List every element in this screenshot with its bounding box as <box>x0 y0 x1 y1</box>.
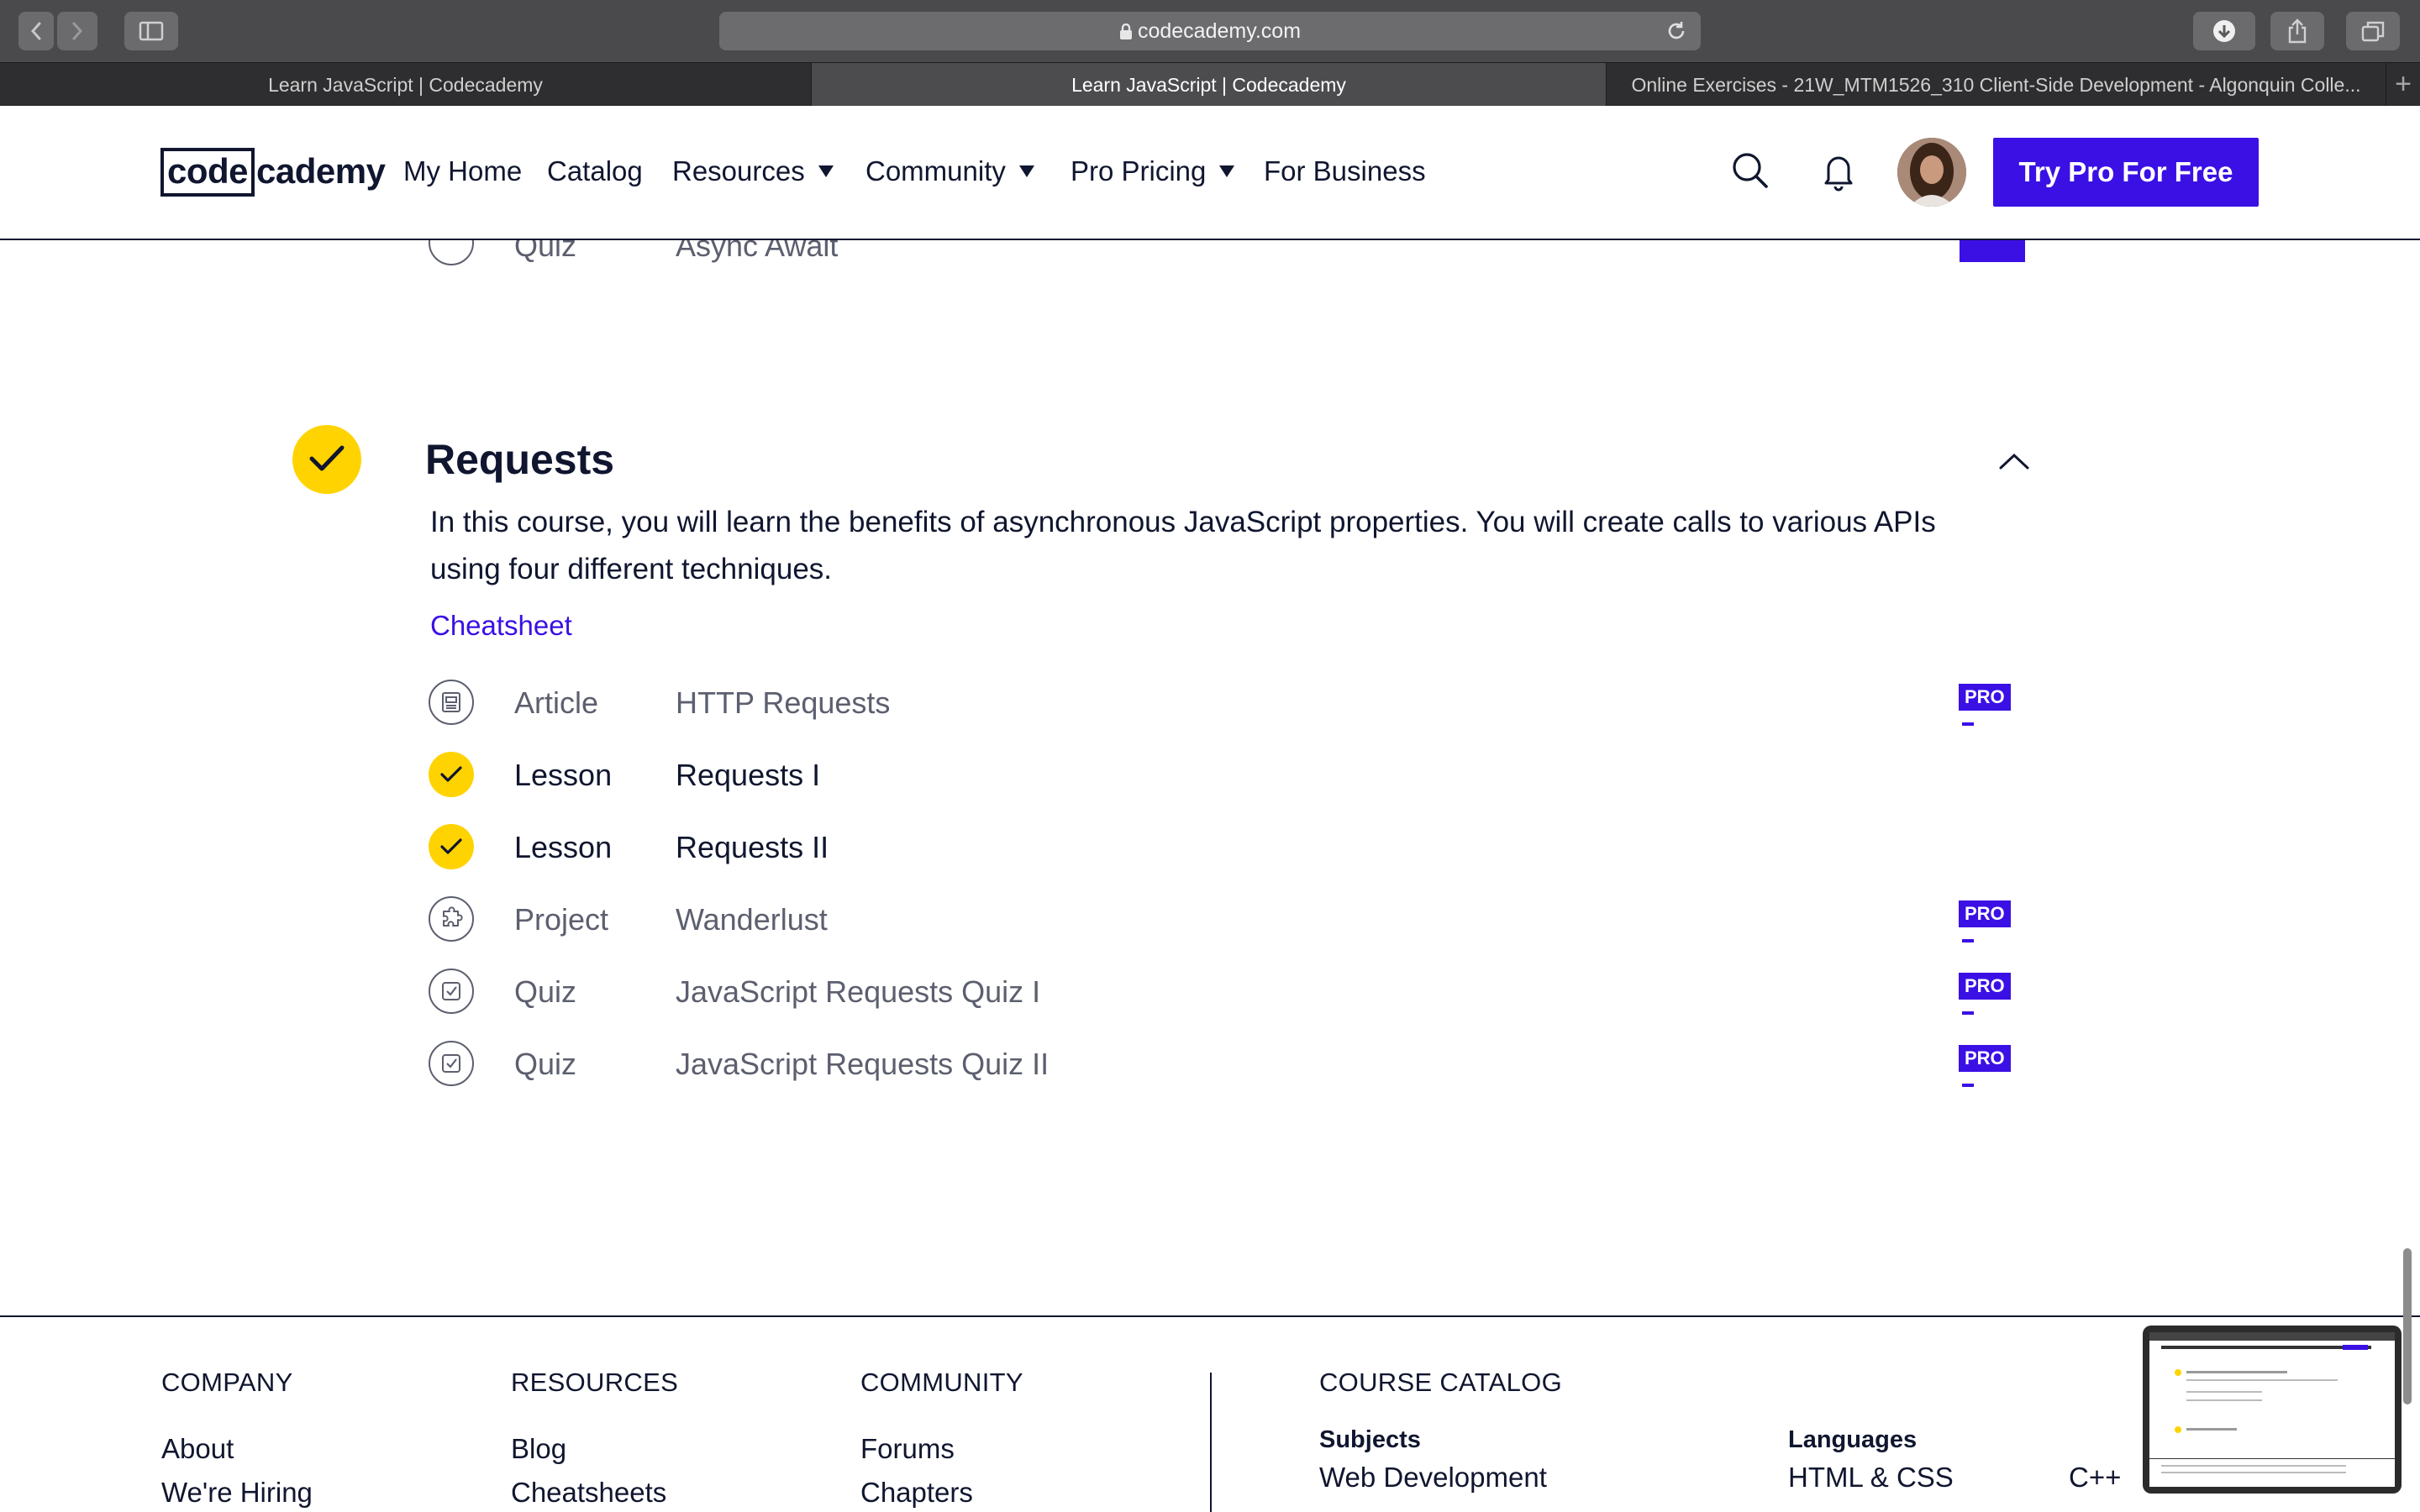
chevron-right-icon <box>72 22 83 40</box>
tab-online-exercises[interactable]: Online Exercises - 21W_MTM1526_310 Clien… <box>1607 63 2386 107</box>
nav-my-home[interactable]: My Home <box>403 153 522 190</box>
list-item-wanderlust[interactable]: Project Wanderlust PRO <box>429 894 2025 944</box>
tab-bar: Learn JavaScript | Codecademy Learn Java… <box>0 62 2420 107</box>
item-name: JavaScript Requests Quiz I <box>676 974 1041 1009</box>
address-bar[interactable]: codecademy.com <box>719 12 1701 50</box>
nav-catalog[interactable]: Catalog <box>547 153 643 190</box>
downloads-button[interactable] <box>2193 12 2255 50</box>
item-type: Lesson <box>514 758 613 792</box>
footer-subjects-heading: Subjects <box>1319 1426 1421 1453</box>
site-footer: COMPANY About We're Hiring RESOURCES Blo… <box>0 1315 2420 1512</box>
list-item-http-requests[interactable]: Article HTTP Requests PRO <box>429 677 2025 727</box>
footer-resources-heading: RESOURCES <box>511 1368 679 1397</box>
footer-link-about[interactable]: About <box>161 1433 234 1465</box>
item-type: Project <box>514 902 609 937</box>
site-header: code cademy My Home Catalog Resources Com… <box>0 106 2420 240</box>
item-name: Requests I <box>676 758 821 792</box>
back-button[interactable] <box>18 12 54 50</box>
item-name: Wanderlust <box>676 902 828 937</box>
pro-badge: PRO <box>1959 684 2025 726</box>
footer-link-cheatsheets[interactable]: Cheatsheets <box>511 1477 666 1509</box>
quiz-icon <box>429 1041 474 1086</box>
caret-down-icon <box>1219 165 1235 178</box>
caret-down-icon <box>818 165 834 178</box>
section-description: In this course, you will learn the benef… <box>430 506 1936 585</box>
item-type: Lesson <box>514 830 613 864</box>
list-item-requests-1[interactable]: Lesson Requests I <box>429 749 2025 800</box>
reload-icon[interactable] <box>1665 20 1687 42</box>
tabs-icon <box>2361 21 2385 42</box>
cheatsheet-link[interactable]: Cheatsheet <box>430 610 572 642</box>
item-type: Article <box>514 685 599 720</box>
pro-badge: PRO <box>1959 1045 2025 1087</box>
nav-resources[interactable]: Resources <box>672 153 834 190</box>
item-type: Quiz <box>514 1047 577 1081</box>
list-item-requests-2[interactable]: Lesson Requests II <box>429 822 2025 872</box>
footer-languages-heading: Languages <box>1788 1426 1918 1453</box>
section-complete-icon <box>292 425 361 494</box>
footer-catalog-heading: COURSE CATALOG <box>1319 1368 1562 1397</box>
footer-link-html-css[interactable]: HTML & CSS <box>1788 1462 1954 1494</box>
footer-link-hiring[interactable]: We're Hiring <box>161 1477 313 1509</box>
check-icon <box>429 752 474 797</box>
footer-community-heading: COMMUNITY <box>860 1368 1023 1397</box>
browser-toolbar: codecademy.com <box>0 0 2420 62</box>
chevron-up-icon[interactable] <box>1998 452 2030 470</box>
thumbnail-preview <box>2149 1332 2395 1487</box>
nav-pro-pricing[interactable]: Pro Pricing <box>1071 153 1235 190</box>
item-type: Quiz <box>514 974 577 1009</box>
item-name: Requests II <box>676 830 829 864</box>
footer-divider <box>1210 1373 1212 1512</box>
pro-badge: PRO <box>1959 900 2025 942</box>
list-item-quiz-1[interactable]: Quiz JavaScript Requests Quiz I PRO <box>429 966 2025 1016</box>
share-button[interactable] <box>2270 12 2324 50</box>
sidebar-icon <box>139 21 164 41</box>
share-icon <box>2288 18 2307 44</box>
forward-button[interactable] <box>57 12 97 50</box>
logo-rest-text: cademy <box>256 151 386 191</box>
article-icon <box>429 680 474 725</box>
tab-learn-javascript-1[interactable]: Learn JavaScript | Codecademy <box>0 63 812 107</box>
download-icon <box>2213 20 2235 42</box>
quiz-icon <box>429 969 474 1014</box>
footer-link-web-development[interactable]: Web Development <box>1319 1462 1547 1494</box>
new-tab-button[interactable]: + <box>2386 63 2420 107</box>
caret-down-icon <box>1018 165 1034 178</box>
chevron-left-icon <box>30 22 41 40</box>
codecademy-logo[interactable]: code cademy <box>160 148 386 197</box>
nav-community[interactable]: Community <box>865 153 1034 190</box>
list-item-quiz-2[interactable]: Quiz JavaScript Requests Quiz II PRO <box>429 1038 2025 1089</box>
item-name: HTTP Requests <box>676 685 891 720</box>
footer-link-forums[interactable]: Forums <box>860 1433 955 1465</box>
footer-company-heading: COMPANY <box>161 1368 293 1397</box>
footer-link-chapters[interactable]: Chapters <box>860 1477 973 1509</box>
sidebar-toggle-button[interactable] <box>124 12 178 50</box>
bell-icon[interactable] <box>1822 151 1855 192</box>
lock-icon <box>1119 24 1132 40</box>
screenshot-thumbnail[interactable] <box>2143 1326 2402 1494</box>
url-text: codecademy.com <box>1137 19 1302 43</box>
pro-badge: PRO <box>1959 973 2025 1015</box>
search-icon[interactable] <box>1731 151 1770 190</box>
try-pro-button[interactable]: Try Pro For Free <box>1993 138 2259 207</box>
footer-link-blog[interactable]: Blog <box>511 1433 566 1465</box>
check-icon <box>429 824 474 869</box>
footer-link-cpp[interactable]: C++ <box>2069 1462 2121 1494</box>
item-name: JavaScript Requests Quiz II <box>676 1047 1050 1081</box>
tab-overview-button[interactable] <box>2346 12 2400 50</box>
section-title: Requests <box>425 436 615 483</box>
tab-learn-javascript-2[interactable]: Learn JavaScript | Codecademy <box>812 63 1607 107</box>
scrollbar[interactable] <box>2403 1248 2412 1404</box>
page-content: Quiz Async Await Requests In this course… <box>0 106 2420 1512</box>
puzzle-icon <box>429 896 474 942</box>
nav-for-business[interactable]: For Business <box>1264 153 1426 190</box>
logo-boxed-text: code <box>160 148 255 197</box>
avatar[interactable] <box>1897 138 1966 207</box>
